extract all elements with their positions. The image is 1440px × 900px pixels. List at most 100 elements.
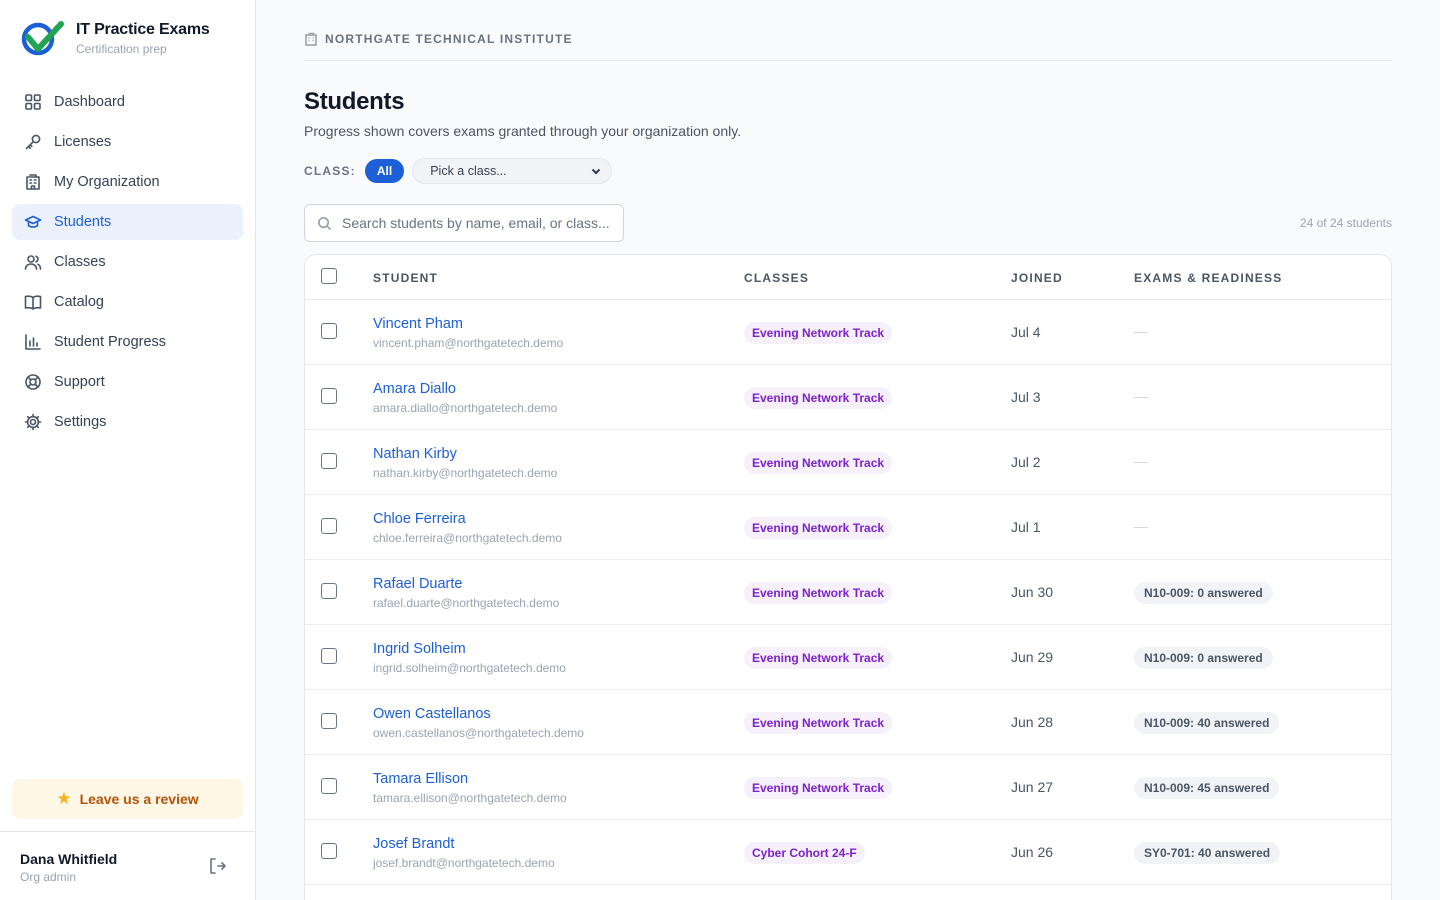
search-placeholder: Search students by name, email, or class… <box>342 215 610 231</box>
row-checkbox[interactable] <box>321 583 337 599</box>
column-header-classes[interactable]: CLASSES <box>744 271 809 285</box>
user-name: Dana Whitfield <box>20 851 118 867</box>
student-email: owen.castellanos@northgatetech.demo <box>373 726 584 740</box>
student-name-link[interactable]: Amara Diallo <box>373 381 456 397</box>
chevron-down-icon <box>591 168 601 175</box>
exam-empty: — <box>1134 518 1148 534</box>
joined-date: Jul 2 <box>1011 454 1041 470</box>
row-checkbox[interactable] <box>321 648 337 664</box>
grid-icon <box>24 93 42 111</box>
class-badge: Evening Network Track <box>744 647 893 669</box>
table-row[interactable]: Tamara Ellison tamara.ellison@northgatete… <box>305 755 1391 820</box>
sidebar-item-label: Students <box>54 214 112 230</box>
student-name-link[interactable]: Owen Castellanos <box>373 706 491 722</box>
logout-icon[interactable] <box>207 856 227 876</box>
row-checkbox[interactable] <box>321 713 337 729</box>
class-all-button[interactable]: All <box>364 159 405 183</box>
table-row[interactable]: Rafael Duarte rafael.duarte@northgatetech… <box>305 560 1391 625</box>
sidebar-nav: Dashboard Licenses My Organization Stude… <box>12 84 243 444</box>
table-row[interactable]: Nathan Kirby nathan.kirby@northgatetech.d… <box>305 430 1391 495</box>
table-row[interactable]: Owen Castellanos owen.castellanos@northga… <box>305 690 1391 755</box>
student-name-link[interactable]: Vincent Pham <box>373 316 463 332</box>
brand-title: IT Practice Exams <box>76 20 210 38</box>
table-row[interactable]: Chloe Ferreira chloe.ferreira@northgatete… <box>305 495 1391 560</box>
page-title: Students <box>304 88 405 115</box>
sidebar-item-settings[interactable]: Settings <box>12 404 243 440</box>
sidebar-item-label: Catalog <box>54 294 104 310</box>
student-email: ingrid.solheim@northgatetech.demo <box>373 661 566 675</box>
student-name-link[interactable]: Nathan Kirby <box>373 446 457 462</box>
student-email: vincent.pham@northgatetech.demo <box>373 336 564 350</box>
search-icon <box>318 216 332 230</box>
table-row[interactable]: Josef Brandt josef.brandt@northgatetech.d… <box>305 820 1391 885</box>
user-role: Org admin <box>20 870 77 884</box>
book-icon <box>24 293 42 311</box>
building-icon <box>305 32 317 46</box>
student-email: nathan.kirby@northgatetech.demo <box>373 466 558 480</box>
sidebar-item-classes[interactable]: Classes <box>12 244 243 280</box>
student-email: rafael.duarte@northgatetech.demo <box>373 596 560 610</box>
sidebar-item-label: Student Progress <box>54 334 167 350</box>
checkmark-logo-icon <box>21 21 64 56</box>
joined-date: Jun 28 <box>1011 714 1054 730</box>
student-count: 24 of 24 students <box>1299 216 1392 230</box>
column-header-joined[interactable]: JOINED <box>1011 271 1063 285</box>
exam-empty: — <box>1134 323 1148 339</box>
sidebar-item-student-progress[interactable]: Student Progress <box>12 324 243 360</box>
class-badge: Evening Network Track <box>744 582 893 604</box>
row-checkbox[interactable] <box>321 453 337 469</box>
sidebar-item-students[interactable]: Students <box>12 204 243 240</box>
student-name-link[interactable]: Ingrid Solheim <box>373 641 466 657</box>
table-row[interactable]: Amara Diallo amara.diallo@northgatetech.d… <box>305 365 1391 430</box>
lifebuoy-icon <box>24 373 42 391</box>
student-name-link[interactable]: Rafael Duarte <box>373 576 462 592</box>
page-subtitle: Progress shown covers exams granted thro… <box>304 123 742 139</box>
table-row[interactable]: Vincent Pham vincent.pham@northgatetech.d… <box>305 300 1391 365</box>
gear-icon <box>24 413 42 431</box>
row-checkbox[interactable] <box>321 388 337 404</box>
students-table: STUDENT CLASSES JOINED EXAMS & READINESS… <box>304 254 1392 900</box>
row-checkbox[interactable] <box>321 323 337 339</box>
joined-date: Jun 26 <box>1011 844 1054 860</box>
class-badge: Cyber Cohort 24-F <box>744 842 865 864</box>
student-name-link[interactable]: Chloe Ferreira <box>373 511 466 527</box>
joined-date: Jun 30 <box>1011 584 1054 600</box>
exam-readiness-badge: N10-009: 0 answered <box>1134 582 1273 604</box>
sidebar-item-support[interactable]: Support <box>12 364 243 400</box>
leave-review-button[interactable]: ★ Leave us a review <box>12 779 243 819</box>
class-filter-label: CLASS: <box>304 164 356 178</box>
sidebar-item-catalog[interactable]: Catalog <box>12 284 243 320</box>
exam-readiness-badge: N10-009: 45 answered <box>1134 777 1280 799</box>
class-badge: Evening Network Track <box>744 322 893 344</box>
brand[interactable]: IT Practice Exams Certification prep <box>20 20 210 56</box>
sidebar-item-label: Dashboard <box>54 94 125 110</box>
row-checkbox[interactable] <box>321 843 337 859</box>
sidebar-item-label: Support <box>54 374 105 390</box>
review-label: Leave us a review <box>79 791 199 807</box>
building-icon <box>24 173 42 191</box>
sidebar-item-dashboard[interactable]: Dashboard <box>12 84 243 120</box>
search-input[interactable]: Search students by name, email, or class… <box>304 204 624 242</box>
org-name: NORTHGATE TECHNICAL INSTITUTE <box>325 32 573 46</box>
class-badge: Evening Network Track <box>744 777 893 799</box>
column-header-student[interactable]: STUDENT <box>373 271 438 285</box>
student-name-link[interactable]: Josef Brandt <box>373 836 454 852</box>
sidebar-item-licenses[interactable]: Licenses <box>12 124 243 160</box>
bar-chart-icon <box>24 333 42 351</box>
sidebar-item-my-organization[interactable]: My Organization <box>12 164 243 200</box>
select-all-checkbox[interactable] <box>321 268 337 284</box>
row-checkbox[interactable] <box>321 518 337 534</box>
key-icon <box>24 133 42 151</box>
student-name-link[interactable]: Tamara Ellison <box>373 771 468 787</box>
exam-empty: — <box>1134 388 1148 404</box>
sidebar-item-label: Licenses <box>54 134 112 150</box>
table-row[interactable]: Ingrid Solheim ingrid.solheim@northgatete… <box>305 625 1391 690</box>
joined-date: Jun 29 <box>1011 649 1054 665</box>
joined-date: Jul 3 <box>1011 389 1041 405</box>
class-select[interactable]: Pick a class... <box>412 158 613 184</box>
row-checkbox[interactable] <box>321 778 337 794</box>
exam-readiness-badge: N10-009: 0 answered <box>1134 647 1273 669</box>
class-badge: Evening Network Track <box>744 387 893 409</box>
users-icon <box>24 253 42 271</box>
column-header-exams[interactable]: EXAMS & READINESS <box>1134 271 1282 285</box>
